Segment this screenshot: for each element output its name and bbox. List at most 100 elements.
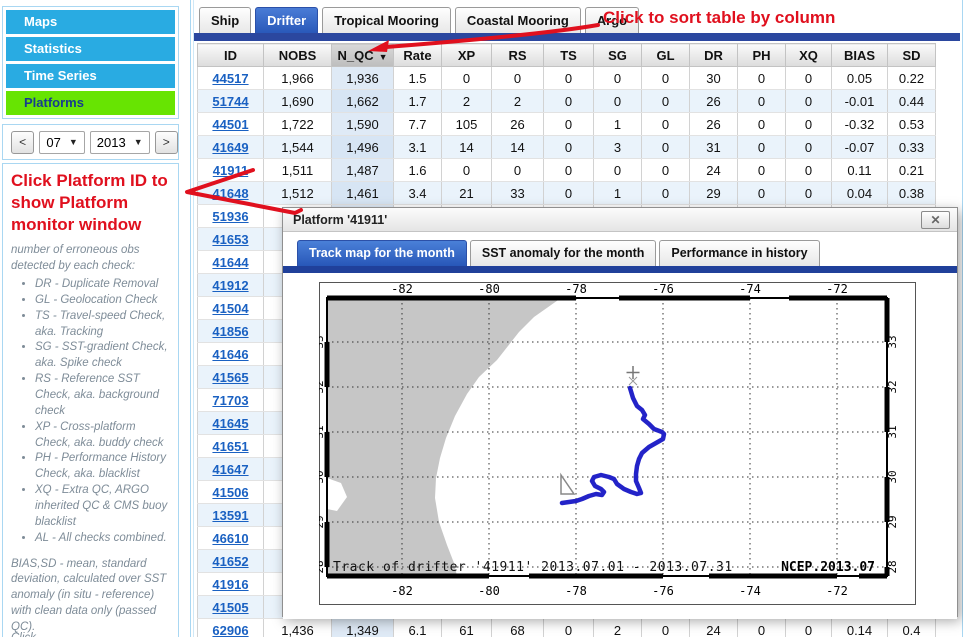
platform-id-link[interactable]: 41651 bbox=[212, 439, 248, 454]
table-cell: -0.32 bbox=[832, 113, 888, 136]
platform-id-link[interactable]: 41648 bbox=[212, 186, 248, 201]
table-cell: 0 bbox=[544, 90, 594, 113]
table-cell: 1,511 bbox=[264, 159, 332, 182]
tab-underline-bar bbox=[194, 33, 960, 41]
column-header-xq[interactable]: XQ bbox=[786, 44, 832, 67]
month-select[interactable]: 07 ▼ bbox=[39, 131, 84, 154]
table-cell: 0.05 bbox=[832, 67, 888, 90]
column-header-xp[interactable]: XP bbox=[442, 44, 492, 67]
svg-text:-82: -82 bbox=[391, 282, 413, 296]
next-month-button[interactable]: > bbox=[155, 131, 178, 154]
table-cell: 0 bbox=[594, 159, 642, 182]
platform-id-link[interactable]: 51936 bbox=[212, 209, 248, 224]
platform-id-link[interactable]: 62906 bbox=[212, 623, 248, 637]
table-cell: 33 bbox=[492, 182, 544, 205]
platform-id-link[interactable]: 41505 bbox=[212, 600, 248, 615]
column-header-nqc[interactable]: N_QC▼ bbox=[332, 44, 394, 67]
table-cell: 0 bbox=[738, 67, 786, 90]
platform-id-link[interactable]: 41912 bbox=[212, 278, 248, 293]
legend-item: AL - All checks combined. bbox=[35, 531, 170, 547]
clipped-note: Click ... bbox=[11, 632, 49, 637]
platform-id-link[interactable]: 41911 bbox=[213, 163, 248, 178]
column-header-sg[interactable]: SG bbox=[594, 44, 642, 67]
table-header-row: ID NOBS N_QC▼ Rate XP RS TS SG GL DR PH … bbox=[198, 44, 936, 67]
sort-annotation: Click to sort table by column bbox=[603, 8, 835, 28]
legend-item: DR - Duplicate Removal bbox=[35, 277, 170, 293]
table-cell: -0.01 bbox=[832, 90, 888, 113]
platform-id-link[interactable]: 41856 bbox=[212, 324, 248, 339]
tab-ship[interactable]: Ship bbox=[199, 7, 251, 34]
sort-arrow-icon: ▼ bbox=[379, 52, 388, 62]
platform-id-link[interactable]: 46610 bbox=[212, 531, 248, 546]
tab-tropical-mooring[interactable]: Tropical Mooring bbox=[322, 7, 451, 34]
month-value: 07 bbox=[46, 135, 60, 150]
table-cell: 1,966 bbox=[264, 67, 332, 90]
table-cell: 1 bbox=[594, 182, 642, 205]
table-cell: 0 bbox=[786, 619, 832, 637]
tab-drifter[interactable]: Drifter bbox=[255, 7, 318, 34]
platform-id-link[interactable]: 41565 bbox=[212, 370, 248, 385]
chevron-down-icon: ▼ bbox=[134, 137, 143, 147]
map-caption: Track of drifter '41911' 2013.07.01 - 20… bbox=[333, 560, 733, 575]
column-header-id[interactable]: ID bbox=[198, 44, 264, 67]
column-header-nobs[interactable]: NOBS bbox=[264, 44, 332, 67]
table-cell: 0 bbox=[786, 113, 832, 136]
table-row: 419111,5111,4871.60000024000.110.21 bbox=[198, 159, 936, 182]
table-cell: 61 bbox=[442, 619, 492, 637]
bias-note: BIAS,SD - mean, standard deviation, calc… bbox=[11, 557, 170, 636]
platform-id-link[interactable]: 41652 bbox=[212, 554, 248, 569]
tab-performance-history[interactable]: Performance in history bbox=[659, 240, 819, 266]
tab-coastal-mooring[interactable]: Coastal Mooring bbox=[455, 7, 581, 34]
table-cell: 1 bbox=[594, 113, 642, 136]
platform-id-link[interactable]: 44517 bbox=[212, 71, 248, 86]
year-select[interactable]: 2013 ▼ bbox=[90, 131, 150, 154]
track-map-panel: -82 -80 -78 -76 -74 -72 -82 -80 -78 -76 … bbox=[283, 273, 957, 619]
platform-id-link[interactable]: 44501 bbox=[212, 117, 248, 132]
platform-id-link[interactable]: 41647 bbox=[212, 462, 248, 477]
tab-sst-anomaly[interactable]: SST anomaly for the month bbox=[470, 240, 657, 266]
column-header-bias[interactable]: BIAS bbox=[832, 44, 888, 67]
platform-id-link[interactable]: 41646 bbox=[212, 347, 248, 362]
platform-id-link[interactable]: 41506 bbox=[212, 485, 248, 500]
platform-id-link[interactable]: 41504 bbox=[212, 301, 248, 316]
platform-id-link[interactable]: 41653 bbox=[212, 232, 248, 247]
platform-id-link[interactable]: 41916 bbox=[212, 577, 248, 592]
table-cell: 41644 bbox=[198, 251, 264, 274]
table-cell: 1,662 bbox=[332, 90, 394, 113]
table-cell: 41856 bbox=[198, 320, 264, 343]
table-cell: 0 bbox=[738, 182, 786, 205]
column-header-rate[interactable]: Rate bbox=[394, 44, 442, 67]
close-icon[interactable]: ✕ bbox=[921, 211, 950, 229]
platform-id-link[interactable]: 71703 bbox=[212, 393, 248, 408]
prev-month-button[interactable]: < bbox=[11, 131, 34, 154]
tab-track-map[interactable]: Track map for the month bbox=[297, 240, 467, 266]
column-header-dr[interactable]: DR bbox=[690, 44, 738, 67]
table-cell: 41911 bbox=[198, 159, 264, 182]
platform-id-link[interactable]: 13591 bbox=[212, 508, 248, 523]
column-header-sd[interactable]: SD bbox=[888, 44, 936, 67]
platform-id-link[interactable]: 51744 bbox=[212, 94, 248, 109]
table-cell: 44517 bbox=[198, 67, 264, 90]
column-header-ph[interactable]: PH bbox=[738, 44, 786, 67]
table-cell: 0.4 bbox=[888, 619, 936, 637]
qc-check-legend: number of erroneous obs detected by each… bbox=[11, 243, 170, 637]
table-cell: 26 bbox=[492, 113, 544, 136]
table-cell: 0.21 bbox=[888, 159, 936, 182]
column-header-gl[interactable]: GL bbox=[642, 44, 690, 67]
column-header-rs[interactable]: RS bbox=[492, 44, 544, 67]
platform-id-link[interactable]: 41644 bbox=[212, 255, 248, 270]
platform-id-link[interactable]: 41649 bbox=[212, 140, 248, 155]
sidebar-item-platforms[interactable]: Platforms bbox=[6, 91, 175, 115]
table-cell: 41916 bbox=[198, 573, 264, 596]
sidebar-item-statistics[interactable]: Statistics bbox=[6, 37, 175, 61]
table-cell: 51936 bbox=[198, 205, 264, 228]
table-cell: 30 bbox=[690, 67, 738, 90]
table-cell: 0 bbox=[642, 136, 690, 159]
column-header-ts[interactable]: TS bbox=[544, 44, 594, 67]
sidebar-item-maps[interactable]: Maps bbox=[6, 10, 175, 34]
sidebar-item-time-series[interactable]: Time Series bbox=[6, 64, 175, 88]
platform-id-link[interactable]: 41645 bbox=[212, 416, 248, 431]
table-cell: 44501 bbox=[198, 113, 264, 136]
svg-text:-80: -80 bbox=[478, 282, 500, 296]
table-cell: 1,722 bbox=[264, 113, 332, 136]
